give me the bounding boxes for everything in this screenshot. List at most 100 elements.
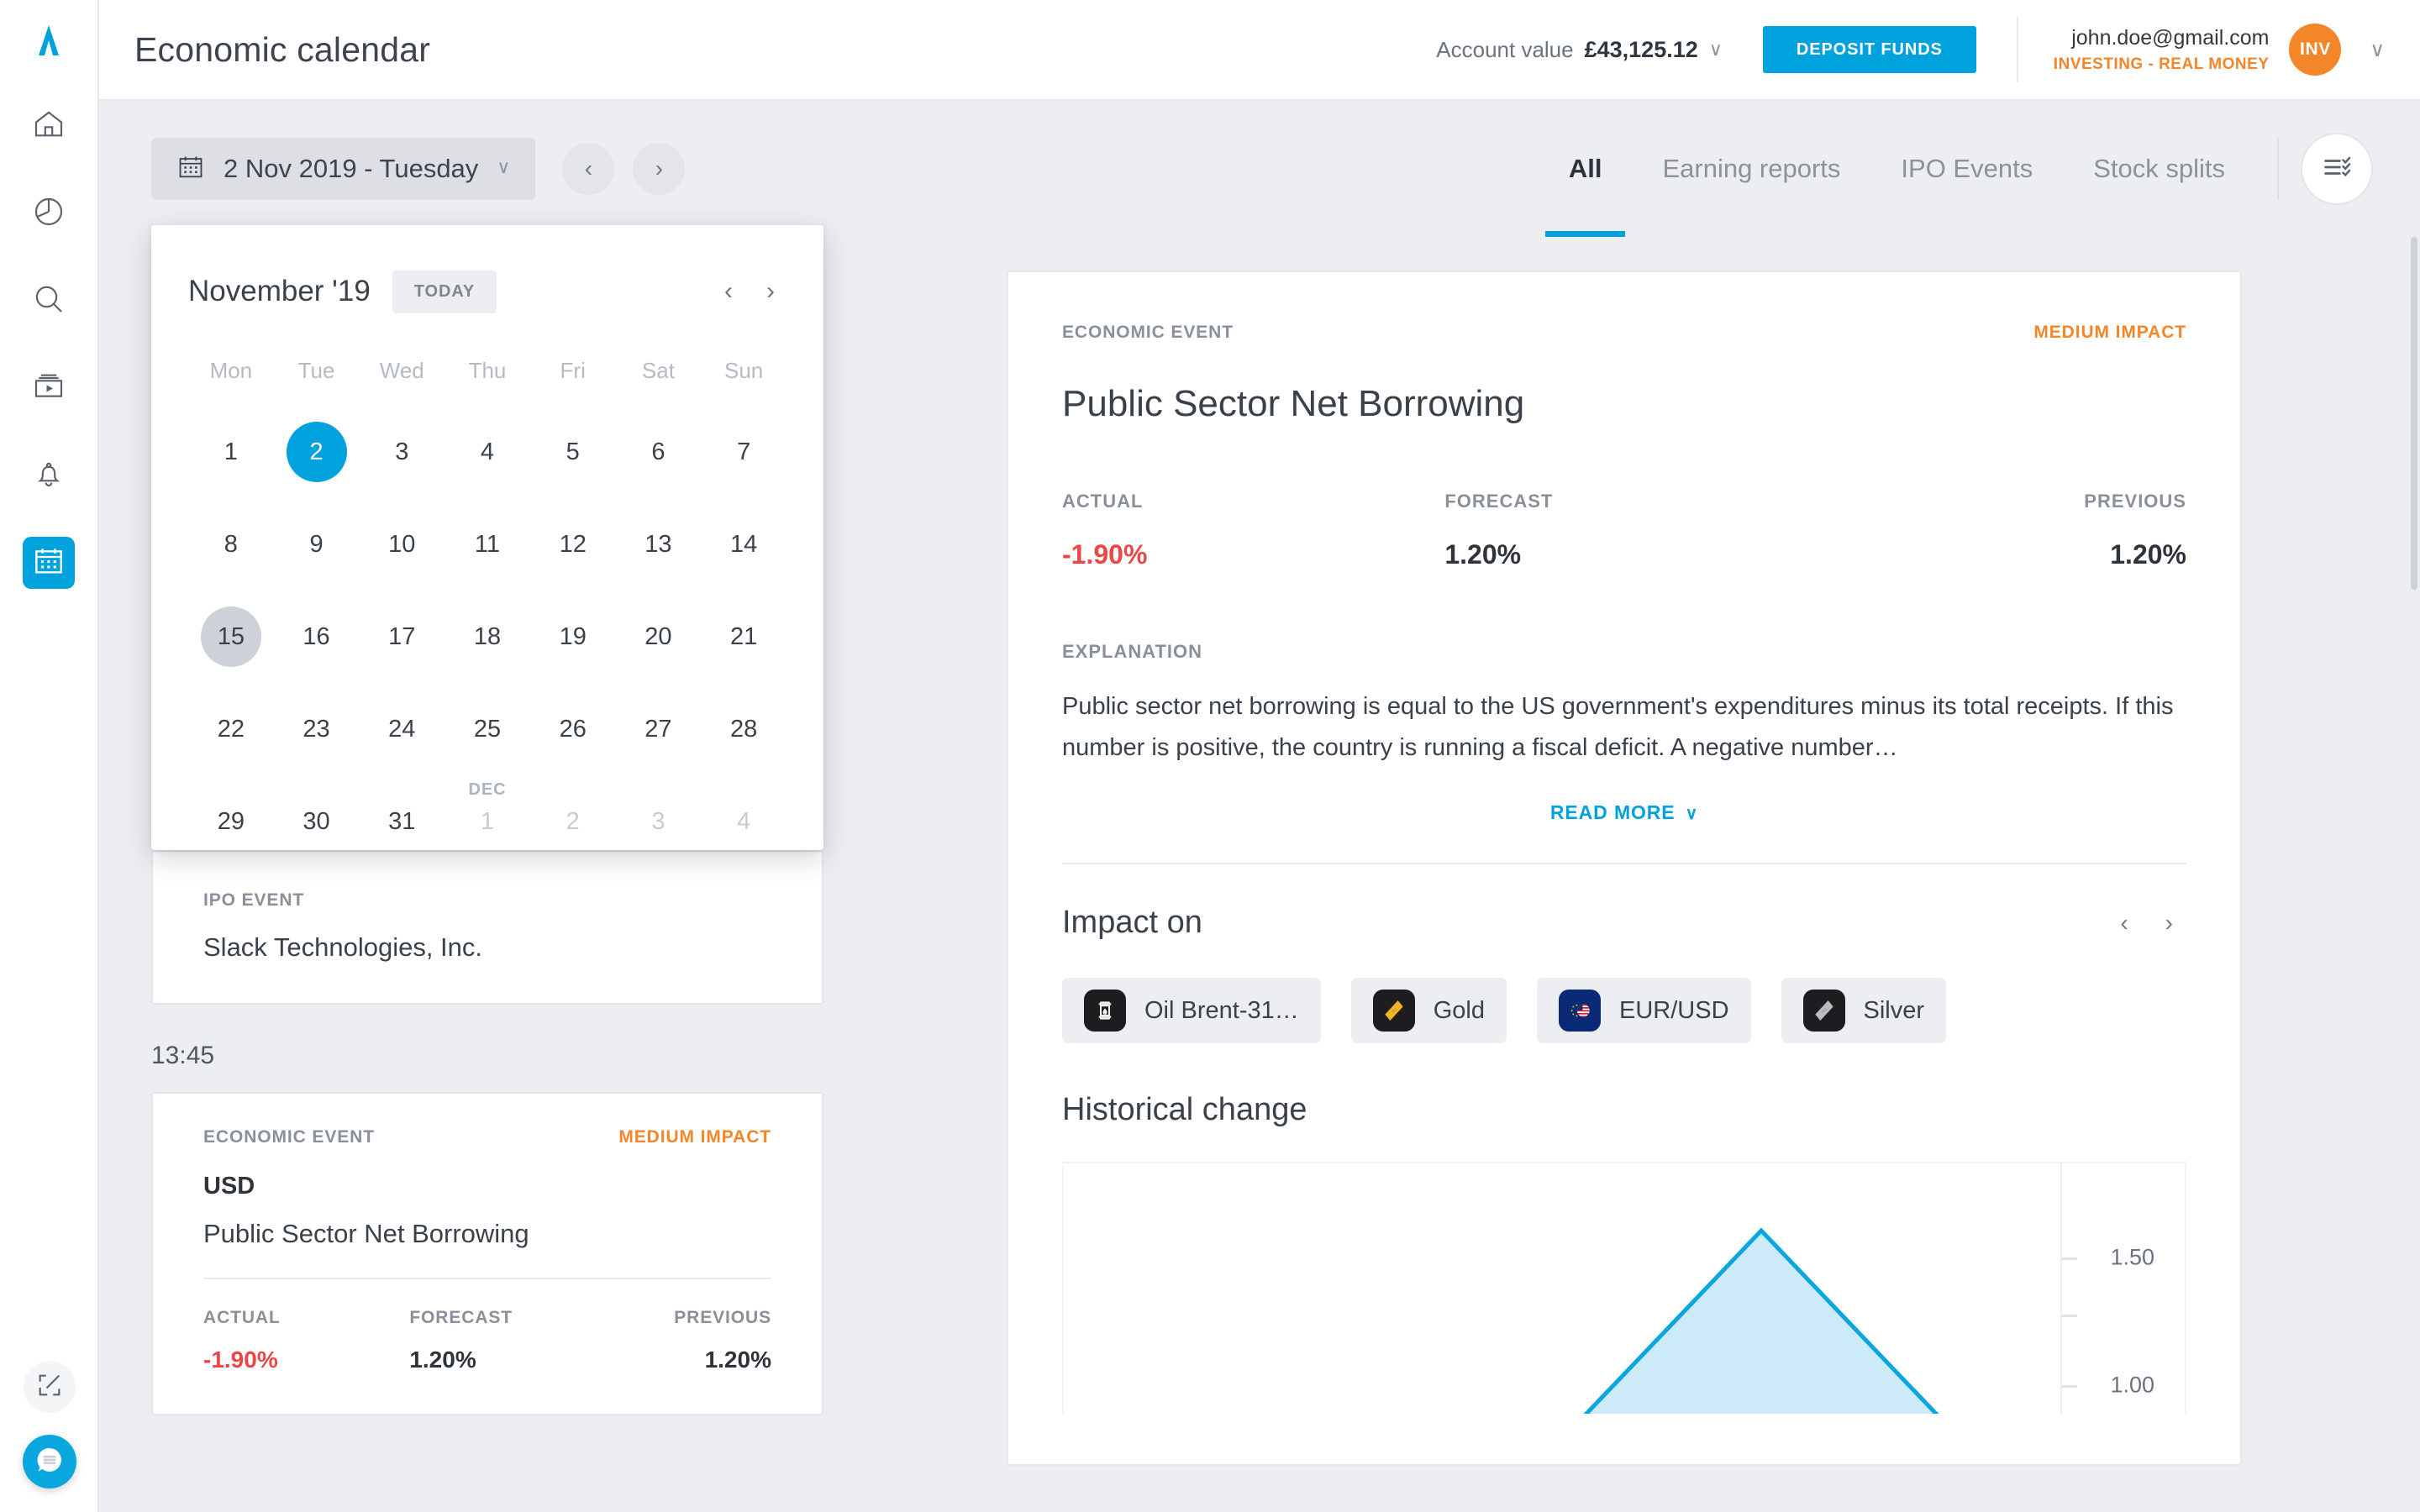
calendar-day[interactable]: 25 xyxy=(457,699,518,759)
instrument-chip-eur-usd[interactable]: EUR/USD xyxy=(1537,978,1751,1044)
calendar-day[interactable]: 19 xyxy=(543,606,603,667)
calendar-day-cell[interactable]: 15 xyxy=(188,591,274,683)
calendar-day-cell[interactable]: 13 xyxy=(616,498,702,591)
calendar-day[interactable]: 9 xyxy=(287,514,347,575)
calendar-day[interactable]: 20 xyxy=(628,606,688,667)
calendar-day-cell[interactable]: 25 xyxy=(445,683,530,775)
calendar-day[interactable]: 23 xyxy=(287,699,347,759)
calendar-day[interactable]: 1 xyxy=(201,422,261,482)
calendar-day-cell[interactable]: 14 xyxy=(701,498,786,591)
calendar-day-cell[interactable]: 2 xyxy=(530,775,616,868)
calendar-day-cell[interactable]: 26 xyxy=(530,683,616,775)
support-chat-button[interactable] xyxy=(23,1435,76,1488)
calendar-day-selected[interactable]: 2 xyxy=(286,422,347,482)
calendar-day[interactable]: 16 xyxy=(287,606,347,667)
calendar-day-outside[interactable]: 4 xyxy=(713,791,774,852)
sidebar-item-search[interactable] xyxy=(23,275,75,327)
calendar-day-outside[interactable]: 3 xyxy=(628,791,688,852)
calendar-day-cell[interactable]: 17 xyxy=(359,591,445,683)
sidebar-item-notifications[interactable] xyxy=(23,449,75,501)
page-scrollbar[interactable] xyxy=(2411,237,2417,590)
ipo-event-card[interactable]: IPO EVENT Slack Technologies, Inc. xyxy=(151,850,823,1005)
sidebar-item-portfolio[interactable] xyxy=(23,187,75,239)
calendar-day[interactable]: 17 xyxy=(371,606,432,667)
calendar-day-cell[interactable]: 20 xyxy=(616,591,702,683)
calendar-day[interactable]: 31 xyxy=(371,791,432,852)
calendar-day[interactable]: 27 xyxy=(628,699,688,759)
tab-all[interactable]: All xyxy=(1539,101,1633,237)
calendar-day[interactable]: 10 xyxy=(371,514,432,575)
calendar-day-cell[interactable]: 22 xyxy=(188,683,274,775)
calendar-day-cell[interactable]: 10 xyxy=(359,498,445,591)
prev-day-button[interactable]: ‹ xyxy=(562,143,615,195)
next-month-button[interactable]: › xyxy=(766,277,775,306)
calendar-day-cell[interactable]: 27 xyxy=(616,683,702,775)
calendar-day[interactable]: 7 xyxy=(713,422,774,482)
calendar-day-cell[interactable]: 9 xyxy=(274,498,360,591)
calendar-day-cell[interactable]: 31 xyxy=(359,775,445,868)
calendar-day-cell[interactable]: 24 xyxy=(359,683,445,775)
calendar-day[interactable]: 12 xyxy=(543,514,603,575)
filter-button[interactable] xyxy=(2301,133,2373,205)
calendar-day-today[interactable]: 15 xyxy=(200,606,261,667)
calendar-day-cell[interactable]: 28 xyxy=(701,683,786,775)
calendar-day-cell[interactable]: 11 xyxy=(445,498,530,591)
calendar-day-cell[interactable]: 18 xyxy=(445,591,530,683)
calendar-day[interactable]: 6 xyxy=(628,422,688,482)
calendar-day-outside[interactable]: 1 xyxy=(457,791,518,852)
calendar-day-cell[interactable]: 21 xyxy=(701,591,786,683)
calendar-day-cell[interactable]: 23 xyxy=(274,683,360,775)
prev-month-button[interactable]: ‹ xyxy=(724,277,733,306)
calendar-day[interactable]: 26 xyxy=(543,699,603,759)
calendar-day[interactable]: 4 xyxy=(457,422,518,482)
calendar-day-cell[interactable]: 8 xyxy=(188,498,274,591)
calendar-day-cell[interactable]: 19 xyxy=(530,591,616,683)
calendar-day[interactable]: 13 xyxy=(628,514,688,575)
deposit-funds-button[interactable]: DEPOSIT FUNDS xyxy=(1762,26,1976,73)
tab-earning-reports[interactable]: Earning reports xyxy=(1632,101,1870,237)
calendar-day-cell[interactable]: 16 xyxy=(274,591,360,683)
calendar-day[interactable]: 29 xyxy=(201,791,261,852)
calendar-day-cell[interactable]: 3 xyxy=(359,406,445,498)
calendar-day[interactable]: 22 xyxy=(201,699,261,759)
calendar-day[interactable]: 21 xyxy=(713,606,774,667)
calendar-day-cell[interactable]: 7 xyxy=(701,406,786,498)
calendar-day[interactable]: 3 xyxy=(371,422,432,482)
calendar-day-cell[interactable]: DEC 1 xyxy=(445,775,530,868)
impact-prev-button[interactable]: ‹ xyxy=(2120,910,2128,937)
user-menu-chevron-down-icon[interactable]: ∨ xyxy=(2370,38,2385,62)
calendar-day-cell[interactable]: 29 xyxy=(188,775,274,868)
calendar-day[interactable]: 28 xyxy=(713,699,774,759)
impact-next-button[interactable]: › xyxy=(2165,910,2173,937)
calendar-day-cell[interactable]: 3 xyxy=(616,775,702,868)
calendar-day-cell[interactable]: 6 xyxy=(616,406,702,498)
calendar-day-cell[interactable]: 12 xyxy=(530,498,616,591)
calendar-day[interactable]: 11 xyxy=(457,514,518,575)
instrument-chip-oil-brent[interactable]: Oil Brent-31… xyxy=(1062,978,1321,1044)
calendar-day-cell[interactable]: 1 xyxy=(188,406,274,498)
calendar-day-outside[interactable]: 2 xyxy=(543,791,603,852)
read-more-button[interactable]: READ MORE ∨ xyxy=(1062,801,2186,824)
sidebar-item-home[interactable] xyxy=(23,100,75,152)
sidebar-item-calendar[interactable] xyxy=(23,537,75,589)
calendar-day[interactable]: 24 xyxy=(371,699,432,759)
lambda-logo-icon[interactable] xyxy=(30,22,67,63)
sidebar-item-media[interactable] xyxy=(23,362,75,414)
economic-event-card[interactable]: ECONOMIC EVENT MEDIUM IMPACT USD Public … xyxy=(151,1092,823,1415)
user-account-block[interactable]: john.doe@gmail.com INVESTING - REAL MONE… xyxy=(2054,23,2342,76)
expand-button[interactable] xyxy=(24,1361,76,1413)
tab-ipo-events[interactable]: IPO Events xyxy=(1870,101,2063,237)
instrument-chip-gold[interactable]: AU Gold xyxy=(1350,978,1507,1044)
calendar-day-cell[interactable]: 4 xyxy=(701,775,786,868)
today-button[interactable]: TODAY xyxy=(392,270,497,313)
calendar-day-cell[interactable]: 30 xyxy=(274,775,360,868)
calendar-day[interactable]: 14 xyxy=(713,514,774,575)
next-day-button[interactable]: › xyxy=(633,143,686,195)
date-picker-button[interactable]: 2 Nov 2019 - Tuesday ∨ xyxy=(151,138,536,200)
calendar-day-cell[interactable]: 5 xyxy=(530,406,616,498)
calendar-day[interactable]: 18 xyxy=(457,606,518,667)
calendar-day[interactable]: 5 xyxy=(543,422,603,482)
calendar-day-cell[interactable]: 4 xyxy=(445,406,530,498)
tab-stock-splits[interactable]: Stock splits xyxy=(2063,101,2255,237)
calendar-day-cell[interactable]: 2 xyxy=(274,406,360,498)
